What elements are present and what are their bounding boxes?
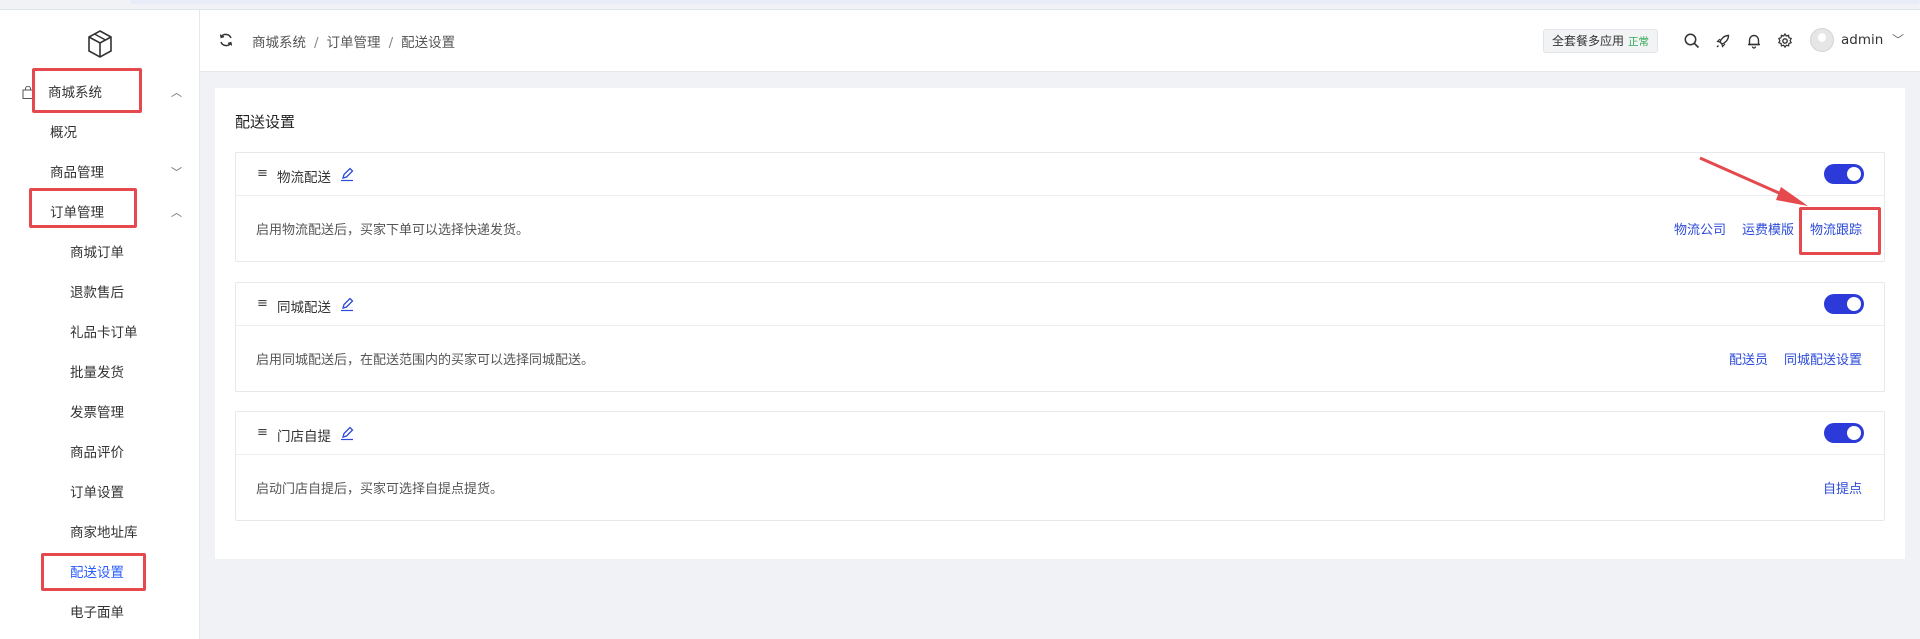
card-title: 同城配送 [277, 300, 331, 316]
card-title: 门店自提 [277, 429, 331, 445]
toggle-knob [1847, 426, 1861, 440]
chevron-up-icon: ︿ [171, 206, 182, 219]
edit-icon[interactable] [338, 295, 356, 313]
card-description: 启用物流配送后，买家下单可以选择快递发货。 [256, 223, 530, 238]
card-links: 自提点 [1807, 478, 1862, 497]
sidebar-item-label: 商城订单 [70, 245, 124, 261]
sidebar-item-label: 电子面单 [70, 605, 124, 621]
link-pickup-points[interactable]: 自提点 [1823, 482, 1862, 497]
enable-toggle[interactable] [1824, 164, 1864, 184]
sidebar-item-label: 礼品卡订单 [70, 325, 138, 341]
bell-icon[interactable] [1745, 32, 1763, 50]
card-logistics-delivery: ≡ 物流配送 启用物流配送后，买家下单可以选择快递发货。 物流公司 运费模版 物流跟… [235, 152, 1885, 262]
link-courier[interactable]: 配送员 [1729, 353, 1768, 368]
sidebar-item-label: 批量发货 [70, 365, 124, 381]
toggle-knob [1847, 297, 1861, 311]
card-same-city-delivery: ≡ 同城配送 启用同城配送后，在配送范围内的买家可以选择同城配送。 配送员 同城配… [235, 282, 1885, 392]
address-bar-edge [130, 0, 1920, 4]
sidebar-item-product-reviews[interactable]: 商品评价 [0, 435, 200, 471]
rocket-icon[interactable] [1714, 32, 1732, 50]
package-badge[interactable]: 全套餐多应用 正常 [1543, 29, 1659, 53]
sidebar-item-label: 发票管理 [70, 405, 124, 421]
drag-handle-icon[interactable]: ≡ [257, 296, 268, 311]
sidebar-item-label: 商品评价 [70, 445, 124, 461]
enable-toggle[interactable] [1824, 423, 1864, 443]
sidebar-item-batch-shipping[interactable]: 批量发货 [0, 355, 200, 391]
drag-handle-icon[interactable]: ≡ [257, 166, 268, 181]
sidebar-item-order-settings[interactable]: 订单设置 [0, 475, 200, 511]
breadcrumb: 商城系统 / 订单管理 / 配送设置 [252, 31, 455, 51]
sidebar-item-label: 订单管理 [50, 205, 104, 221]
username[interactable]: admin [1841, 32, 1883, 48]
package-status: 正常 [1628, 36, 1650, 48]
avatar[interactable] [1810, 28, 1834, 52]
card-links: 物流公司 运费模版 物流跟踪 [1658, 219, 1862, 238]
package-name: 全套餐多应用 [1552, 34, 1625, 48]
link-logistics-company[interactable]: 物流公司 [1674, 223, 1726, 238]
card-store-pickup: ≡ 门店自提 启动门店自提后，买家可选择自提点提货。 自提点 [235, 411, 1885, 521]
search-icon[interactable] [1683, 32, 1701, 50]
sidebar-item-order-management[interactable]: 订单管理 ︿ [0, 195, 200, 231]
toggle-knob [1847, 167, 1861, 181]
breadcrumb-separator: / [388, 35, 394, 51]
card-header: ≡ 同城配送 [236, 283, 1884, 326]
browser-top-strip [0, 0, 1920, 10]
sidebar-item-overview[interactable]: 概况 [0, 115, 200, 151]
sidebar-item-label: 概况 [50, 125, 77, 141]
sidebar-item-invoice-management[interactable]: 发票管理 [0, 395, 200, 431]
sidebar-item-refunds[interactable]: 退款售后 [0, 275, 200, 311]
breadcrumb-item-current: 配送设置 [401, 35, 456, 51]
card-links: 配送员 同城配送设置 [1713, 349, 1862, 368]
card-description: 启动门店自提后，买家可选择自提点提货。 [256, 482, 504, 497]
chevron-up-icon: ︿ [171, 86, 182, 99]
card-description: 启用同城配送后，在配送范围内的买家可以选择同城配送。 [256, 353, 595, 368]
refresh-icon[interactable] [218, 32, 234, 48]
sidebar: 商城系统 ︿ 概况 商品管理 ﹀ 订单管理 ︿ 商城订单 退款售后 礼品卡订单 … [0, 10, 200, 639]
link-shipping-template[interactable]: 运费模版 [1742, 223, 1794, 238]
sidebar-item-gift-card-orders[interactable]: 礼品卡订单 [0, 315, 200, 351]
sidebar-item-label: 商品管理 [50, 165, 104, 181]
sidebar-item-address-library[interactable]: 商家地址库 [0, 515, 200, 551]
enable-toggle[interactable] [1824, 294, 1864, 314]
shopping-bag-icon [22, 86, 34, 99]
breadcrumb-separator: / [314, 35, 319, 51]
sidebar-item-e-waybill[interactable]: 电子面单 [0, 595, 200, 631]
chevron-down-icon[interactable]: ﹀ [1892, 31, 1904, 48]
breadcrumb-item[interactable]: 订单管理 [327, 35, 381, 51]
link-logistics-tracking[interactable]: 物流跟踪 [1810, 223, 1862, 238]
sidebar-item-label: 商城系统 [48, 85, 102, 101]
chevron-down-icon: ﹀ [171, 166, 182, 179]
sidebar-item-mall-system[interactable]: 商城系统 ︿ [0, 75, 200, 111]
drag-handle-icon[interactable]: ≡ [257, 425, 268, 440]
cube-logo-icon [88, 30, 112, 58]
sidebar-item-label: 配送设置 [70, 565, 124, 581]
sidebar-item-label: 商家地址库 [70, 525, 138, 541]
top-header: 商城系统 / 订单管理 / 配送设置 全套餐多应用 正常 admin ﹀ [200, 10, 1920, 72]
sidebar-item-label: 订单设置 [70, 485, 124, 501]
sidebar-item-delivery-settings[interactable]: 配送设置 [0, 555, 200, 591]
edit-icon[interactable] [338, 424, 356, 442]
sidebar-item-label: 退款售后 [70, 285, 124, 301]
page-title: 配送设置 [235, 113, 296, 131]
main-panel: 配送设置 ≡ 物流配送 启用物流配送后，买家下单可以选择快递发货。 物流公司 运费… [215, 88, 1905, 559]
card-header: ≡ 门店自提 [236, 412, 1884, 455]
gear-icon[interactable] [1776, 32, 1794, 50]
card-header: ≡ 物流配送 [236, 153, 1884, 196]
sidebar-item-product-management[interactable]: 商品管理 ﹀ [0, 155, 200, 191]
breadcrumb-item[interactable]: 商城系统 [252, 35, 306, 51]
link-same-city-settings[interactable]: 同城配送设置 [1784, 353, 1862, 368]
sidebar-item-mall-orders[interactable]: 商城订单 [0, 235, 200, 271]
card-title: 物流配送 [277, 170, 331, 186]
edit-icon[interactable] [338, 165, 356, 183]
